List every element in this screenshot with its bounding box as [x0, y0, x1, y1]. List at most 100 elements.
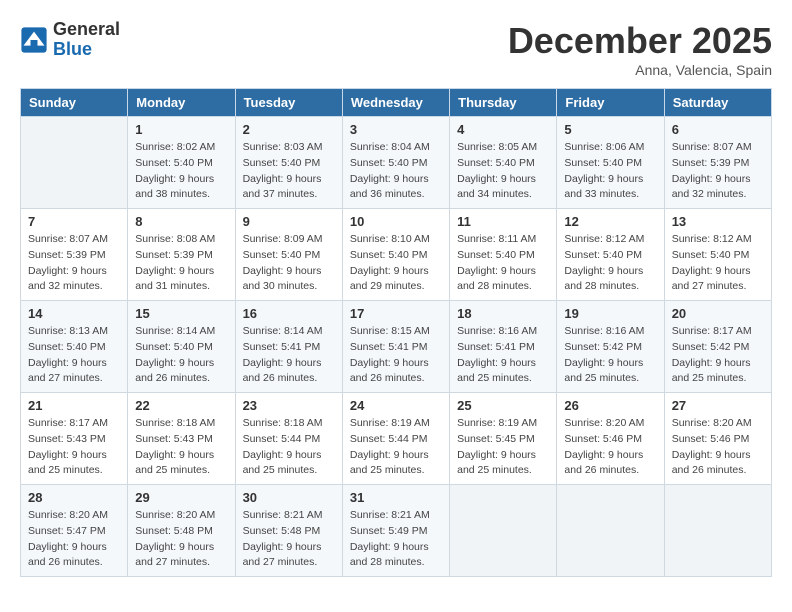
calendar-week-row: 1Sunrise: 8:02 AMSunset: 5:40 PMDaylight… — [21, 117, 772, 209]
calendar-cell: 12Sunrise: 8:12 AMSunset: 5:40 PMDayligh… — [557, 209, 664, 301]
day-info: Sunrise: 8:15 AMSunset: 5:41 PMDaylight:… — [350, 324, 442, 387]
day-info: Sunrise: 8:16 AMSunset: 5:41 PMDaylight:… — [457, 324, 549, 387]
calendar-cell: 1Sunrise: 8:02 AMSunset: 5:40 PMDaylight… — [128, 117, 235, 209]
calendar-cell: 7Sunrise: 8:07 AMSunset: 5:39 PMDaylight… — [21, 209, 128, 301]
calendar-cell: 6 Sunrise: 8:07 AMSunset: 5:39 PMDaylight… — [664, 117, 771, 209]
day-number: 31 — [350, 490, 442, 505]
day-info: Sunrise: 8:20 AMSunset: 5:47 PMDaylight:… — [28, 508, 120, 571]
day-number: 28 — [28, 490, 120, 505]
day-info: Sunrise: 8:09 AMSunset: 5:40 PMDaylight:… — [243, 232, 335, 295]
day-info: Sunrise: 8:11 AMSunset: 5:40 PMDaylight:… — [457, 232, 549, 295]
day-number: 9 — [243, 214, 335, 229]
day-info: Sunrise: 8:13 AMSunset: 5:40 PMDaylight:… — [28, 324, 120, 387]
calendar-cell: 16Sunrise: 8:14 AMSunset: 5:41 PMDayligh… — [235, 301, 342, 393]
day-number: 6 — [672, 122, 764, 137]
logo: General Blue — [20, 20, 120, 60]
day-info: Sunrise: 8:12 AMSunset: 5:40 PMDaylight:… — [672, 232, 764, 295]
calendar-week-row: 14Sunrise: 8:13 AMSunset: 5:40 PMDayligh… — [21, 301, 772, 393]
day-number: 15 — [135, 306, 227, 321]
location-subtitle: Anna, Valencia, Spain — [508, 62, 772, 78]
calendar-week-row: 7Sunrise: 8:07 AMSunset: 5:39 PMDaylight… — [21, 209, 772, 301]
logo-text: General Blue — [53, 20, 120, 60]
calendar-cell: 28 Sunrise: 8:20 AMSunset: 5:47 PMDayligh… — [21, 485, 128, 577]
day-info: Sunrise: 8:10 AMSunset: 5:40 PMDaylight:… — [350, 232, 442, 295]
calendar-cell: 14Sunrise: 8:13 AMSunset: 5:40 PMDayligh… — [21, 301, 128, 393]
weekday-header-friday: Friday — [557, 89, 664, 117]
calendar-cell — [664, 485, 771, 577]
day-info: Sunrise: 8:21 AMSunset: 5:48 PMDaylight:… — [243, 508, 335, 571]
calendar-week-row: 28 Sunrise: 8:20 AMSunset: 5:47 PMDayligh… — [21, 485, 772, 577]
calendar-cell: 2 Sunrise: 8:03 AMSunset: 5:40 PMDaylight… — [235, 117, 342, 209]
calendar-cell: 10 Sunrise: 8:10 AMSunset: 5:40 PMDayligh… — [342, 209, 449, 301]
calendar-cell: 23Sunrise: 8:18 AMSunset: 5:44 PMDayligh… — [235, 393, 342, 485]
days-of-week-row: SundayMondayTuesdayWednesdayThursdayFrid… — [21, 89, 772, 117]
day-number: 27 — [672, 398, 764, 413]
day-number: 11 — [457, 214, 549, 229]
weekday-header-tuesday: Tuesday — [235, 89, 342, 117]
calendar-cell: 29 Sunrise: 8:20 AMSunset: 5:48 PMDayligh… — [128, 485, 235, 577]
calendar-cell: 27 Sunrise: 8:20 AMSunset: 5:46 PMDayligh… — [664, 393, 771, 485]
calendar-cell: 13 Sunrise: 8:12 AMSunset: 5:40 PMDayligh… — [664, 209, 771, 301]
day-info: Sunrise: 8:19 AMSunset: 5:45 PMDaylight:… — [457, 416, 549, 479]
calendar-cell: 15 Sunrise: 8:14 AMSunset: 5:40 PMDayligh… — [128, 301, 235, 393]
day-info: Sunrise: 8:20 AMSunset: 5:46 PMDaylight:… — [672, 416, 764, 479]
weekday-header-wednesday: Wednesday — [342, 89, 449, 117]
calendar-cell — [450, 485, 557, 577]
weekday-header-thursday: Thursday — [450, 89, 557, 117]
calendar-table: SundayMondayTuesdayWednesdayThursdayFrid… — [20, 88, 772, 577]
calendar-cell: 5 Sunrise: 8:06 AMSunset: 5:40 PMDaylight… — [557, 117, 664, 209]
month-title: December 2025 — [508, 20, 772, 62]
weekday-header-saturday: Saturday — [664, 89, 771, 117]
day-info: Sunrise: 8:18 AMSunset: 5:43 PMDaylight:… — [135, 416, 227, 479]
day-number: 10 — [350, 214, 442, 229]
day-info: Sunrise: 8:14 AMSunset: 5:40 PMDaylight:… — [135, 324, 227, 387]
day-number: 13 — [672, 214, 764, 229]
day-number: 18 — [457, 306, 549, 321]
calendar-cell: 21 Sunrise: 8:17 AMSunset: 5:43 PMDayligh… — [21, 393, 128, 485]
day-info: Sunrise: 8:21 AMSunset: 5:49 PMDaylight:… — [350, 508, 442, 571]
calendar-cell: 4 Sunrise: 8:05 AMSunset: 5:40 PMDaylight… — [450, 117, 557, 209]
calendar-cell: 30Sunrise: 8:21 AMSunset: 5:48 PMDayligh… — [235, 485, 342, 577]
calendar-cell: 31 Sunrise: 8:21 AMSunset: 5:49 PMDayligh… — [342, 485, 449, 577]
day-info: Sunrise: 8:14 AMSunset: 5:41 PMDaylight:… — [243, 324, 335, 387]
calendar-cell: 18 Sunrise: 8:16 AMSunset: 5:41 PMDayligh… — [450, 301, 557, 393]
calendar-cell — [21, 117, 128, 209]
logo-blue-text: Blue — [53, 40, 120, 60]
day-number: 2 — [243, 122, 335, 137]
day-number: 21 — [28, 398, 120, 413]
calendar-cell: 20 Sunrise: 8:17 AMSunset: 5:42 PMDayligh… — [664, 301, 771, 393]
title-block: December 2025 Anna, Valencia, Spain — [508, 20, 772, 78]
day-info: Sunrise: 8:03 AMSunset: 5:40 PMDaylight:… — [243, 140, 335, 203]
day-info: Sunrise: 8:16 AMSunset: 5:42 PMDaylight:… — [564, 324, 656, 387]
logo-icon — [20, 26, 48, 54]
day-info: Sunrise: 8:04 AMSunset: 5:40 PMDaylight:… — [350, 140, 442, 203]
day-info: Sunrise: 8:17 AMSunset: 5:42 PMDaylight:… — [672, 324, 764, 387]
calendar-cell: 24Sunrise: 8:19 AMSunset: 5:44 PMDayligh… — [342, 393, 449, 485]
calendar-cell: 8Sunrise: 8:08 AMSunset: 5:39 PMDaylight… — [128, 209, 235, 301]
day-info: Sunrise: 8:05 AMSunset: 5:40 PMDaylight:… — [457, 140, 549, 203]
day-number: 26 — [564, 398, 656, 413]
day-number: 24 — [350, 398, 442, 413]
day-number: 5 — [564, 122, 656, 137]
day-number: 8 — [135, 214, 227, 229]
day-info: Sunrise: 8:07 AMSunset: 5:39 PMDaylight:… — [28, 232, 120, 295]
day-number: 22 — [135, 398, 227, 413]
day-number: 29 — [135, 490, 227, 505]
day-info: Sunrise: 8:17 AMSunset: 5:43 PMDaylight:… — [28, 416, 120, 479]
calendar-cell — [557, 485, 664, 577]
weekday-header-sunday: Sunday — [21, 89, 128, 117]
day-number: 17 — [350, 306, 442, 321]
day-number: 25 — [457, 398, 549, 413]
day-info: Sunrise: 8:20 AMSunset: 5:46 PMDaylight:… — [564, 416, 656, 479]
page-header: General Blue December 2025 Anna, Valenci… — [20, 20, 772, 78]
calendar-week-row: 21 Sunrise: 8:17 AMSunset: 5:43 PMDayligh… — [21, 393, 772, 485]
day-info: Sunrise: 8:06 AMSunset: 5:40 PMDaylight:… — [564, 140, 656, 203]
day-info: Sunrise: 8:07 AMSunset: 5:39 PMDaylight:… — [672, 140, 764, 203]
logo-general-text: General — [53, 20, 120, 40]
calendar-cell: 9 Sunrise: 8:09 AMSunset: 5:40 PMDaylight… — [235, 209, 342, 301]
day-info: Sunrise: 8:20 AMSunset: 5:48 PMDaylight:… — [135, 508, 227, 571]
day-number: 4 — [457, 122, 549, 137]
day-info: Sunrise: 8:18 AMSunset: 5:44 PMDaylight:… — [243, 416, 335, 479]
day-number: 19 — [564, 306, 656, 321]
day-number: 20 — [672, 306, 764, 321]
